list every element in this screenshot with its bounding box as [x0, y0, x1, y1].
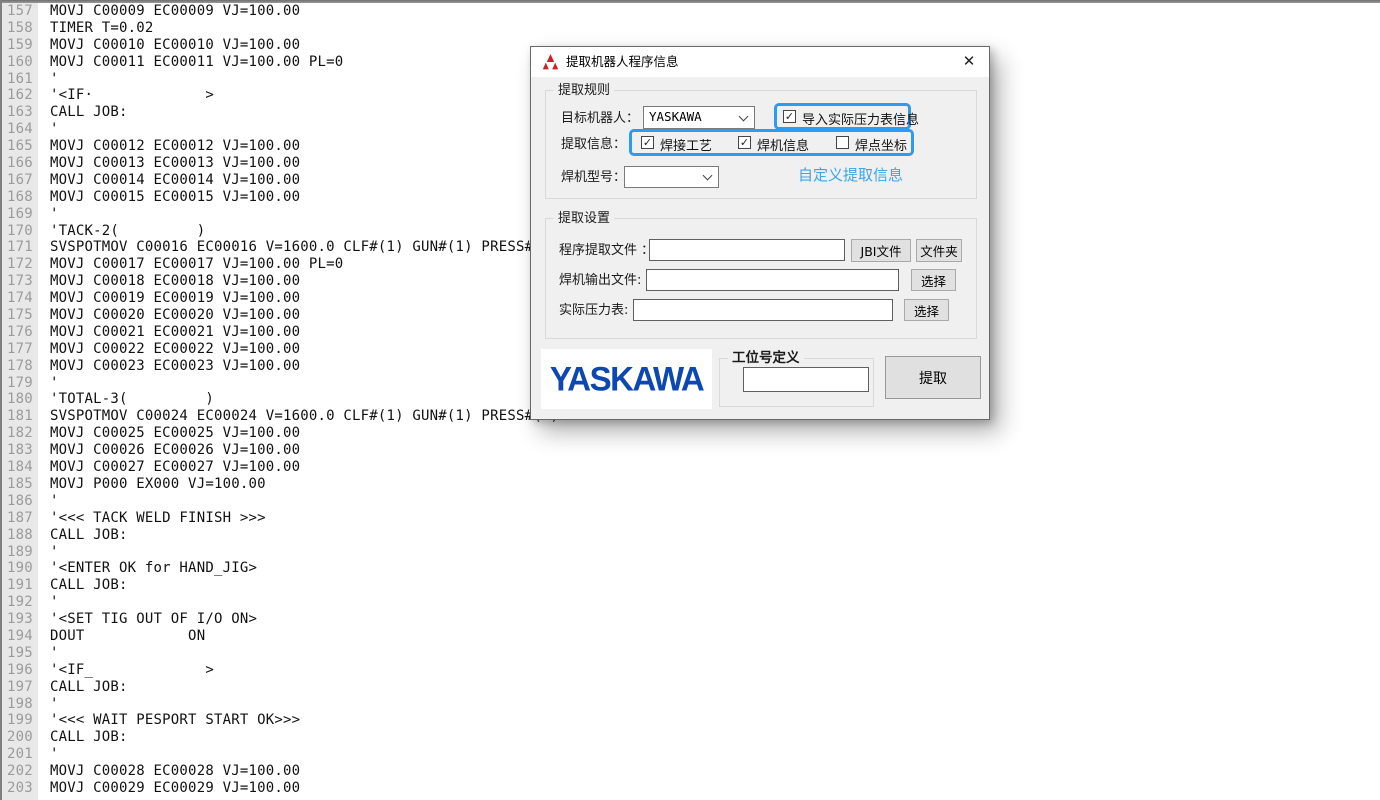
- code-line: 191CALL JOB:: [2, 577, 1380, 594]
- checkbox-box[interactable]: [783, 110, 796, 123]
- extract-button[interactable]: 提取: [885, 356, 981, 399]
- station-group-legend: 工位号定义: [728, 350, 804, 367]
- code-line: 197CALL JOB:: [2, 679, 1380, 696]
- window-left-edge: [0, 0, 2, 800]
- pressure-table-label: 实际压力表:: [559, 302, 628, 319]
- code-line: 192': [2, 594, 1380, 611]
- chevron-down-icon: [739, 112, 748, 121]
- target-robot-value: YASKAWA: [649, 109, 734, 124]
- code-line: 190'<ENTER OK for HAND_JIG>: [2, 560, 1380, 577]
- code-line: 183MOVJ C00026 EC00026 VJ=100.00: [2, 442, 1380, 459]
- program-file-label: 程序提取文件 ：: [559, 242, 654, 259]
- screen: 157MOVJ C00009 EC00009 VJ=100.00158TIMER…: [0, 0, 1380, 800]
- welder-output-input[interactable]: [646, 269, 899, 291]
- checkbox-label: 焊机信息: [757, 135, 809, 154]
- checkbox-box[interactable]: [641, 136, 654, 149]
- settings-group-legend: 提取设置: [554, 210, 614, 227]
- pressure-table-input[interactable]: [633, 299, 893, 321]
- yaskawa-mark-icon: [542, 54, 559, 70]
- code-line: 188CALL JOB:: [2, 527, 1380, 544]
- custom-extract-link[interactable]: 自定义提取信息: [798, 164, 903, 185]
- checkbox-box[interactable]: [836, 136, 849, 149]
- yaskawa-logo-text: YASKAWA: [550, 359, 703, 399]
- code-line: 157MOVJ C00009 EC00009 VJ=100.00: [2, 3, 1380, 20]
- close-icon[interactable]: ✕: [949, 47, 989, 77]
- code-line: 203MOVJ C00029 EC00029 VJ=100.00: [2, 780, 1380, 797]
- code-line: 198': [2, 696, 1380, 713]
- target-robot-label: 目标机器人：: [561, 110, 639, 127]
- pressure-table-select-button[interactable]: 选择: [904, 299, 949, 321]
- jbi-file-button[interactable]: JBI文件: [851, 239, 911, 262]
- welder-output-label: 焊机输出文件:: [559, 272, 641, 289]
- code-line: 194DOUT ON: [2, 628, 1380, 645]
- extract-robot-info-dialog: 提取机器人程序信息 ✕ 提取规则 目标机器人： YASKAWA 导入实际压力表信…: [530, 46, 990, 420]
- import-pressure-checkbox[interactable]: 导入实际压力表信息: [783, 109, 905, 125]
- code-line: 193'<SET TIG OUT OF I/O ON>: [2, 611, 1380, 628]
- checkbox-label: 焊接工艺: [660, 135, 712, 154]
- welder-model-label: 焊机型号：: [561, 169, 626, 186]
- welder-output-select-button[interactable]: 选择: [911, 269, 956, 291]
- code-line: 200CALL JOB:: [2, 729, 1380, 746]
- checkbox-label: 导入实际压力表信息: [802, 109, 919, 128]
- station-number-input[interactable]: [743, 367, 869, 392]
- folder-button[interactable]: 文件夹: [916, 239, 962, 262]
- code-line: 187'<<< TACK WELD FINISH >>>: [2, 510, 1380, 527]
- code-line: 184MOVJ C00027 EC00027 VJ=100.00: [2, 459, 1380, 476]
- checkbox-box[interactable]: [738, 136, 751, 149]
- welder-model-select[interactable]: [624, 166, 719, 188]
- code-line: 201': [2, 746, 1380, 763]
- code-line: 158TIMER T=0.02: [2, 20, 1380, 37]
- code-line: 195': [2, 645, 1380, 662]
- code-line: 186': [2, 493, 1380, 510]
- code-line: 199'<<< WAIT PESPORT START OK>>>: [2, 712, 1380, 729]
- window-top-edge: [0, 0, 1380, 3]
- checkbox-label: 焊点坐标: [855, 135, 907, 154]
- code-line: 182MOVJ C00025 EC00025 VJ=100.00: [2, 425, 1380, 442]
- code-line: 196'<IF_ >: [2, 662, 1380, 679]
- code-line: 189': [2, 544, 1380, 561]
- dialog-title: 提取机器人程序信息: [566, 47, 679, 77]
- target-robot-select[interactable]: YASKAWA: [643, 106, 755, 129]
- chevron-down-icon: [703, 171, 712, 180]
- code-line: 202MOVJ C00028 EC00028 VJ=100.00: [2, 763, 1380, 780]
- yaskawa-logo: YASKAWA: [541, 349, 712, 409]
- rule-group-legend: 提取规则: [554, 82, 614, 99]
- code-line: 185MOVJ P000 EX000 VJ=100.00: [2, 476, 1380, 493]
- program-file-input[interactable]: [649, 239, 845, 261]
- dialog-titlebar[interactable]: 提取机器人程序信息 ✕: [531, 47, 989, 77]
- extract-info-label: 提取信息：: [561, 136, 626, 153]
